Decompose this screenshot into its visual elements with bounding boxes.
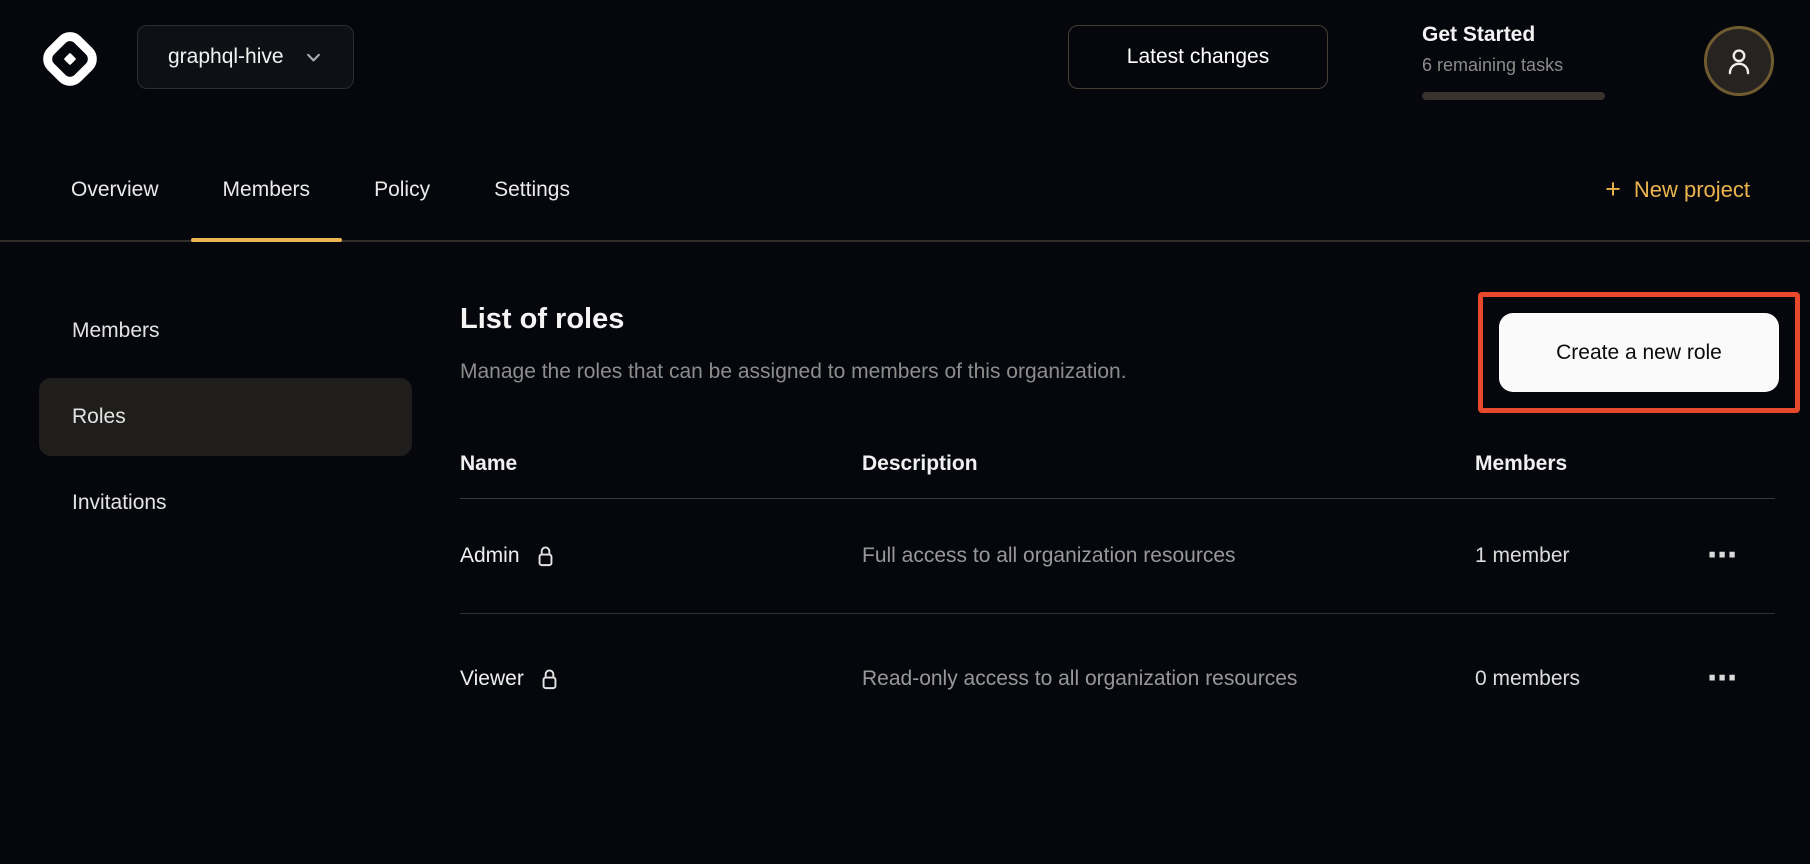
tab-overview[interactable]: Overview <box>39 140 191 240</box>
user-avatar[interactable] <box>1704 26 1774 96</box>
get-started-widget[interactable]: Get Started 6 remaining tasks <box>1422 22 1622 100</box>
role-description: Full access to all organization resource… <box>862 536 1322 576</box>
get-started-remaining-tasks: 6 remaining tasks <box>1422 53 1622 77</box>
page-subtitle: Manage the roles that can be assigned to… <box>460 360 1127 384</box>
table-row-viewer: Viewer Read-only access to all organizat… <box>460 614 1775 744</box>
tab-settings[interactable]: Settings <box>462 140 602 240</box>
column-header-members: Members <box>1475 452 1707 476</box>
get-started-title: Get Started <box>1422 22 1622 48</box>
lock-icon <box>538 667 561 692</box>
sidebar-item-invitations-label: Invitations <box>72 491 167 515</box>
role-name: Viewer <box>460 667 524 691</box>
chevron-down-icon <box>304 48 323 67</box>
tab-policy-label: Policy <box>374 178 430 202</box>
more-options-icon[interactable]: ⋯ <box>1707 541 1739 571</box>
latest-changes-label: Latest changes <box>1127 45 1269 69</box>
annotation-highlight-box: Create a new role <box>1478 292 1800 413</box>
new-project-button[interactable]: + New project <box>1605 140 1750 240</box>
person-icon <box>1722 44 1756 78</box>
members-sidebar: Members Roles Invitations <box>39 292 412 542</box>
tab-members[interactable]: Members <box>191 140 343 240</box>
sidebar-item-roles-label: Roles <box>72 405 126 429</box>
tab-policy[interactable]: Policy <box>342 140 462 240</box>
page-title: List of roles <box>460 303 624 336</box>
org-selector-label: graphql-hive <box>168 45 284 69</box>
plus-icon: + <box>1605 176 1621 203</box>
sidebar-item-roles[interactable]: Roles <box>39 378 412 456</box>
table-row-admin: Admin Full access to all organization re… <box>460 499 1775 614</box>
role-name: Admin <box>460 544 520 568</box>
tab-overview-label: Overview <box>71 178 159 202</box>
more-options-icon[interactable]: ⋯ <box>1707 664 1739 694</box>
role-members-count: 0 members <box>1475 667 1707 691</box>
tab-settings-label: Settings <box>494 178 570 202</box>
sidebar-item-members-label: Members <box>72 319 160 343</box>
roles-table-header: Name Description Members <box>460 430 1775 499</box>
sidebar-item-members[interactable]: Members <box>39 292 412 370</box>
org-nav-tabs: Overview Members Policy Settings + New p… <box>0 140 1810 242</box>
get-started-progress-bar <box>1422 92 1605 100</box>
org-selector-dropdown[interactable]: graphql-hive <box>137 25 354 89</box>
tab-members-label: Members <box>223 178 311 202</box>
create-new-role-button[interactable]: Create a new role <box>1499 313 1779 392</box>
role-description: Read-only access to all organization res… <box>862 659 1322 699</box>
column-header-name: Name <box>460 452 862 476</box>
sidebar-item-invitations[interactable]: Invitations <box>39 464 412 542</box>
new-project-label: New project <box>1634 177 1750 203</box>
hive-logo-icon[interactable] <box>38 27 102 91</box>
lock-icon <box>534 544 557 569</box>
column-header-description: Description <box>862 452 1475 476</box>
role-members-count: 1 member <box>1475 544 1707 568</box>
app-page: graphql-hive Latest changes Get Started … <box>0 0 1810 864</box>
roles-table: Name Description Members Admin Full acce… <box>460 430 1775 744</box>
latest-changes-button[interactable]: Latest changes <box>1068 25 1328 89</box>
